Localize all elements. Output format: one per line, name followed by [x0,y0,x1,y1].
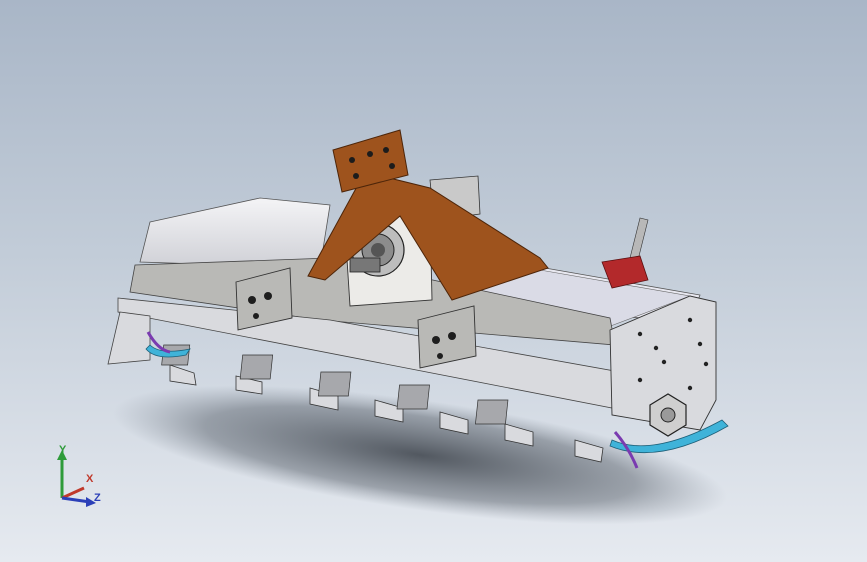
z-axis-arrow [61,496,91,504]
x-axis-arrow [61,486,85,500]
axis-triad-graphic [57,450,96,507]
rotor-bearing-cap [660,407,676,423]
left-side-plate [107,311,151,365]
spring-valve [601,217,649,289]
graphics-viewport[interactable]: Y X Z [0,0,867,562]
x-axis-label: X [86,473,94,485]
rotary-tiller-3d-model[interactable] [0,0,867,562]
rear-hood [139,197,331,269]
z-axis-label: Z [94,492,101,504]
axis-triad: Y X Z [46,440,116,520]
pto-shaft [349,257,381,273]
y-axis-label: Y [59,444,67,456]
